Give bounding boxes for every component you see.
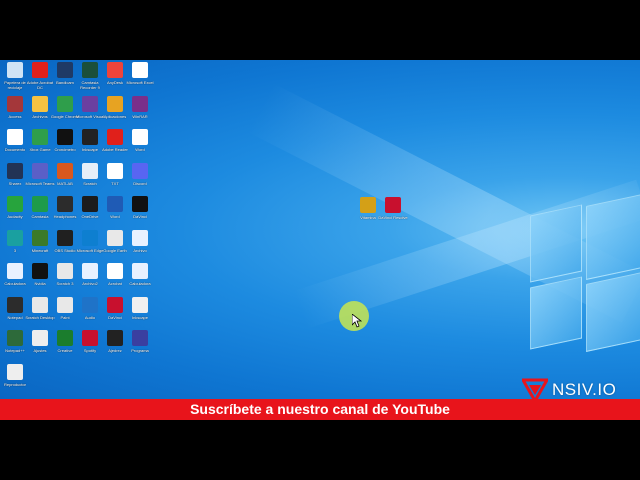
bandicam-icon bbox=[57, 62, 73, 78]
xbox-icon bbox=[32, 129, 48, 145]
nsiv-logo-icon bbox=[522, 378, 548, 399]
teams-icon bbox=[32, 162, 48, 179]
excel-icon bbox=[132, 62, 148, 78]
player-icon bbox=[7, 363, 23, 380]
clock-icon bbox=[57, 129, 73, 145]
mouse-cursor-icon bbox=[352, 314, 362, 328]
chrome-icon bbox=[57, 95, 73, 112]
access-icon bbox=[7, 95, 23, 112]
desktop-icon-label: Programa bbox=[131, 348, 149, 353]
text-file-icon bbox=[107, 162, 123, 179]
desktop-icon[interactable]: DaVinci bbox=[125, 196, 155, 229]
apps-icon bbox=[107, 95, 123, 112]
desktop-icon-label: Microsoft Excel bbox=[126, 80, 154, 85]
camtasia-icon bbox=[32, 196, 48, 212]
desktop-icon-label: Archivo bbox=[133, 247, 147, 253]
desktop-icon-label: DaVinci Resolve bbox=[378, 215, 408, 220]
acrobat-icon bbox=[32, 62, 48, 78]
windows-logo-wallpaper bbox=[530, 194, 640, 399]
program-icon bbox=[132, 330, 148, 346]
creative-icon bbox=[57, 330, 73, 346]
watermark-text: NSIV.IO bbox=[552, 380, 617, 399]
desktop-icon[interactable]: Calculadora bbox=[125, 263, 155, 296]
desktop-icon[interactable]: DaVinci Resolve bbox=[378, 197, 408, 230]
scratch-icon bbox=[57, 263, 73, 279]
camtasia-recorder-icon bbox=[82, 62, 98, 78]
paint-icon bbox=[57, 296, 73, 313]
inkscape-icon bbox=[132, 296, 148, 313]
word-icon bbox=[107, 196, 123, 212]
desktop-icon[interactable]: Microsoft Excel bbox=[125, 62, 155, 95]
spotify-icon bbox=[82, 330, 98, 346]
obs-icon bbox=[57, 229, 73, 246]
desktop-icon[interactable]: Inkscape bbox=[125, 296, 155, 330]
file-icon bbox=[132, 229, 148, 246]
desktop-icon[interactable]: WinRAR bbox=[125, 95, 155, 129]
nvidia-icon bbox=[32, 263, 48, 279]
sharex-icon bbox=[7, 162, 23, 179]
chess-icon bbox=[107, 330, 123, 346]
settings-icon bbox=[32, 330, 48, 346]
desktop-icon-label: DaVinci bbox=[133, 214, 147, 219]
visual-studio-icon bbox=[82, 95, 98, 112]
davinci-resolve-icon bbox=[385, 197, 401, 213]
scratch-icon bbox=[82, 162, 98, 179]
subscribe-banner: Suscríbete a nuestro canal de YouTube bbox=[0, 399, 640, 420]
inkscape-icon bbox=[82, 129, 98, 145]
desktop-icon[interactable]: Word bbox=[125, 129, 155, 162]
pdf-icon bbox=[107, 129, 123, 145]
desktop-icon-label: Inkscape bbox=[131, 314, 148, 320]
nsiv-watermark: NSIV.IO bbox=[522, 378, 616, 399]
desktop-icon-label: Word bbox=[135, 147, 145, 152]
file-icon bbox=[82, 263, 98, 279]
three-icon bbox=[7, 229, 23, 246]
desktop-icon[interactable]: Programa bbox=[125, 330, 155, 363]
audacity-icon bbox=[7, 196, 23, 212]
calculator-icon bbox=[132, 263, 148, 279]
bin-icon bbox=[360, 197, 376, 213]
desktop-icon-label: WinRAR bbox=[132, 113, 148, 119]
matlab-icon bbox=[57, 162, 73, 179]
edge-icon bbox=[82, 229, 98, 246]
desktop-icon[interactable]: Reproductor bbox=[0, 363, 30, 397]
desktop-icon-label: Discord bbox=[133, 180, 147, 186]
notepadpp-icon bbox=[7, 330, 23, 346]
minecraft-icon bbox=[32, 229, 48, 246]
desktop-icon-label: Reproductor bbox=[3, 381, 26, 387]
calculator-icon bbox=[7, 263, 23, 279]
winrar-icon bbox=[132, 95, 148, 112]
davinci-icon bbox=[132, 196, 148, 212]
word-icon bbox=[132, 129, 148, 145]
earth-icon bbox=[107, 229, 123, 246]
scratch-icon bbox=[32, 296, 48, 313]
discord-icon bbox=[132, 162, 148, 179]
desktop-icon[interactable]: Archivo bbox=[125, 229, 155, 263]
notepad-icon bbox=[7, 296, 23, 313]
document-icon bbox=[7, 129, 23, 145]
davinci-icon bbox=[107, 296, 123, 313]
desktop-icon[interactable]: Discord bbox=[125, 162, 155, 196]
desktop[interactable]: Papelera de reciclaje Adobe Acrobat DC Ban… bbox=[0, 60, 640, 399]
cube-icon bbox=[82, 196, 98, 212]
folder-icon bbox=[32, 95, 48, 112]
anydesk-icon bbox=[107, 62, 123, 78]
desktop-icon-label: Calculadora bbox=[129, 281, 151, 286]
acrobat-icon bbox=[107, 263, 123, 279]
recycle-bin-icon bbox=[7, 62, 23, 78]
headphones-icon bbox=[57, 196, 73, 212]
audio-icon bbox=[82, 296, 98, 313]
